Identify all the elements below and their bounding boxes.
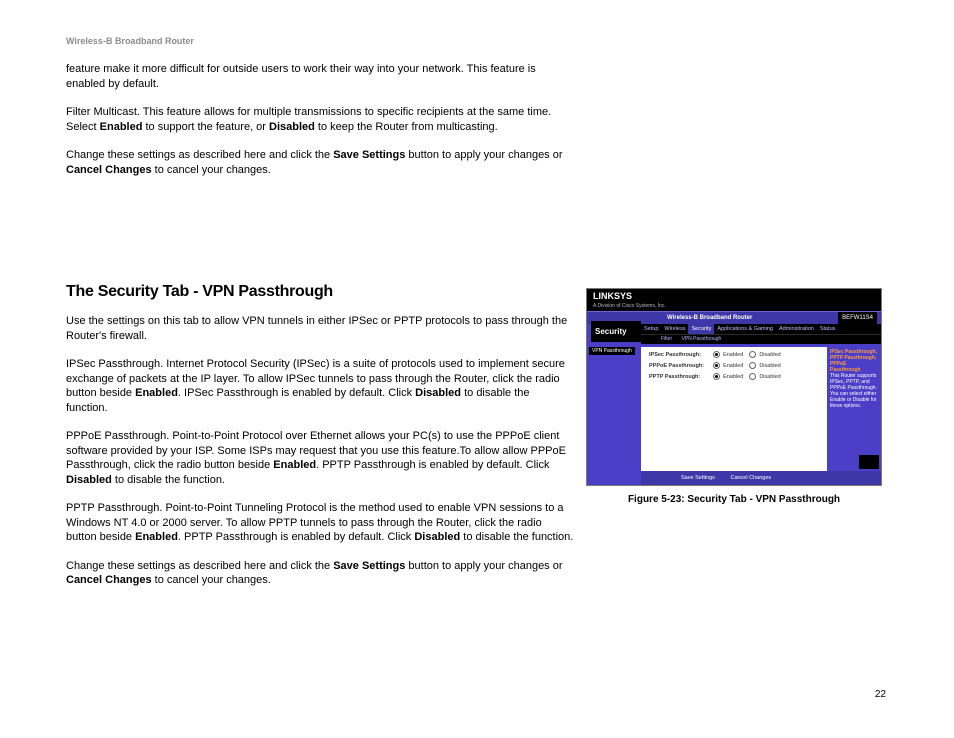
text: button to apply your changes or: [405, 149, 562, 161]
bold-cancel-changes: Cancel Changes: [66, 164, 152, 176]
bold-disabled: Disabled: [414, 531, 460, 543]
label-pptp: PPTP Passthrough:: [649, 374, 707, 380]
bold-save-settings: Save Settings: [333, 560, 405, 572]
para-change-settings-1: Change these settings as described here …: [66, 148, 574, 177]
radio-label-enabled: Enabled: [723, 363, 743, 369]
radio-pptp-enabled[interactable]: [713, 373, 720, 380]
bold-cancel-changes: Cancel Changes: [66, 574, 152, 586]
text: Change these settings as described here …: [66, 560, 333, 572]
bold-enabled: Enabled: [273, 459, 316, 471]
radio-label-disabled: Disabled: [759, 363, 780, 369]
section-heading-vpn-passthrough: The Security Tab - VPN Passthrough: [66, 281, 574, 302]
text: to cancel your changes.: [152, 574, 271, 586]
bold-enabled: Enabled: [100, 121, 143, 133]
radio-pptp-disabled[interactable]: [749, 373, 756, 380]
text: . PPTP Passthrough is enabled by default…: [178, 531, 414, 543]
footer-bar: Save Settings Cancel Changes: [641, 471, 881, 485]
text: . IPSec Passthrough is enabled by defaul…: [178, 387, 415, 399]
label-ipsec: IPSec Passthrough:: [649, 352, 707, 358]
text: to disable the function.: [112, 474, 225, 486]
router-ui-screenshot: LINKSYS A Division of Cisco Systems, Inc…: [586, 288, 882, 486]
radio-ipsec-enabled[interactable]: [713, 351, 720, 358]
radio-pppoe-disabled[interactable]: [749, 362, 756, 369]
cancel-changes-button[interactable]: Cancel Changes: [730, 475, 771, 481]
subtab-filter[interactable]: Filter: [661, 336, 672, 342]
panel-label-vpn-passthrough: VPN Passthrough: [589, 347, 635, 355]
bold-disabled: Disabled: [66, 474, 112, 486]
save-settings-button[interactable]: Save Settings: [681, 475, 715, 481]
router-model: BEFW11S4: [838, 312, 877, 324]
cisco-logo-icon: [859, 455, 879, 469]
para-vpn-intro: Use the settings on this tab to allow VP…: [66, 314, 574, 343]
doc-header: Wireless-B Broadband Router: [66, 36, 194, 46]
label-pppoe: PPPoE Passthrough:: [649, 363, 707, 369]
text: to cancel your changes.: [152, 164, 271, 176]
text: to keep the Router from multicasting.: [315, 121, 498, 133]
row-ipsec: IPSec Passthrough: Enabled Disabled: [641, 347, 827, 358]
brand-subtitle: A Division of Cisco Systems, Inc.: [587, 303, 881, 311]
body-column: feature make it more difficult for outsi…: [66, 62, 574, 602]
subtab-vpn-passthrough[interactable]: VPN Passthrough: [682, 336, 722, 342]
radio-label-disabled: Disabled: [759, 352, 780, 358]
tab-applications-gaming[interactable]: Applications & Gaming: [714, 324, 776, 334]
settings-panel: IPSec Passthrough: Enabled Disabled PPPo…: [641, 347, 827, 471]
text: . PPTP Passthrough is enabled by default…: [316, 459, 549, 471]
text: to support the feature, or: [142, 121, 269, 133]
help-title: IPSec Passthrough, PPTP Passthrough, PPP…: [830, 349, 878, 373]
help-body: This Router supports IPSec, PPTP, and PP…: [830, 373, 877, 409]
para-ipsec: IPSec Passthrough. Internet Protocol Sec…: [66, 357, 574, 415]
figure-vpn-passthrough: LINKSYS A Division of Cisco Systems, Inc…: [586, 288, 882, 505]
tab-wireless[interactable]: Wireless: [661, 324, 688, 334]
tab-administration[interactable]: Administration: [776, 324, 817, 334]
text: Change these settings as described here …: [66, 149, 333, 161]
help-panel: IPSec Passthrough, PPTP Passthrough, PPP…: [827, 347, 881, 471]
tab-setup[interactable]: Setup: [641, 324, 661, 334]
bold-save-settings: Save Settings: [333, 149, 405, 161]
bold-disabled: Disabled: [415, 387, 461, 399]
page-number: 22: [875, 689, 886, 700]
radio-label-disabled: Disabled: [759, 374, 780, 380]
radio-pppoe-enabled[interactable]: [713, 362, 720, 369]
main-tabs: Setup Wireless Security Applications & G…: [641, 324, 881, 344]
para-pptp: PPTP Passthrough. Point-to-Point Tunneli…: [66, 501, 574, 545]
bold-enabled: Enabled: [135, 387, 178, 399]
text: button to apply your changes or: [405, 560, 562, 572]
radio-label-enabled: Enabled: [723, 352, 743, 358]
text: to disable the function.: [460, 531, 573, 543]
figure-caption: Figure 5-23: Security Tab - VPN Passthro…: [586, 494, 882, 505]
radio-ipsec-disabled[interactable]: [749, 351, 756, 358]
para-feature-default: feature make it more difficult for outsi…: [66, 62, 574, 91]
bold-disabled: Disabled: [269, 121, 315, 133]
row-pptp: PPTP Passthrough: Enabled Disabled: [641, 369, 827, 380]
para-change-settings-2: Change these settings as described here …: [66, 559, 574, 588]
para-filter-multicast: Filter Multicast. This feature allows fo…: [66, 105, 574, 134]
radio-label-enabled: Enabled: [723, 374, 743, 380]
bold-enabled: Enabled: [135, 531, 178, 543]
para-pppoe: PPPoE Passthrough. Point-to-Point Protoc…: [66, 429, 574, 487]
router-title: Wireless-B Broadband Router: [667, 312, 752, 324]
tab-status[interactable]: Status: [817, 324, 839, 334]
nav-section-label: Security: [591, 321, 641, 342]
tab-security[interactable]: Security: [688, 324, 714, 334]
row-pppoe: PPPoE Passthrough: Enabled Disabled: [641, 358, 827, 369]
